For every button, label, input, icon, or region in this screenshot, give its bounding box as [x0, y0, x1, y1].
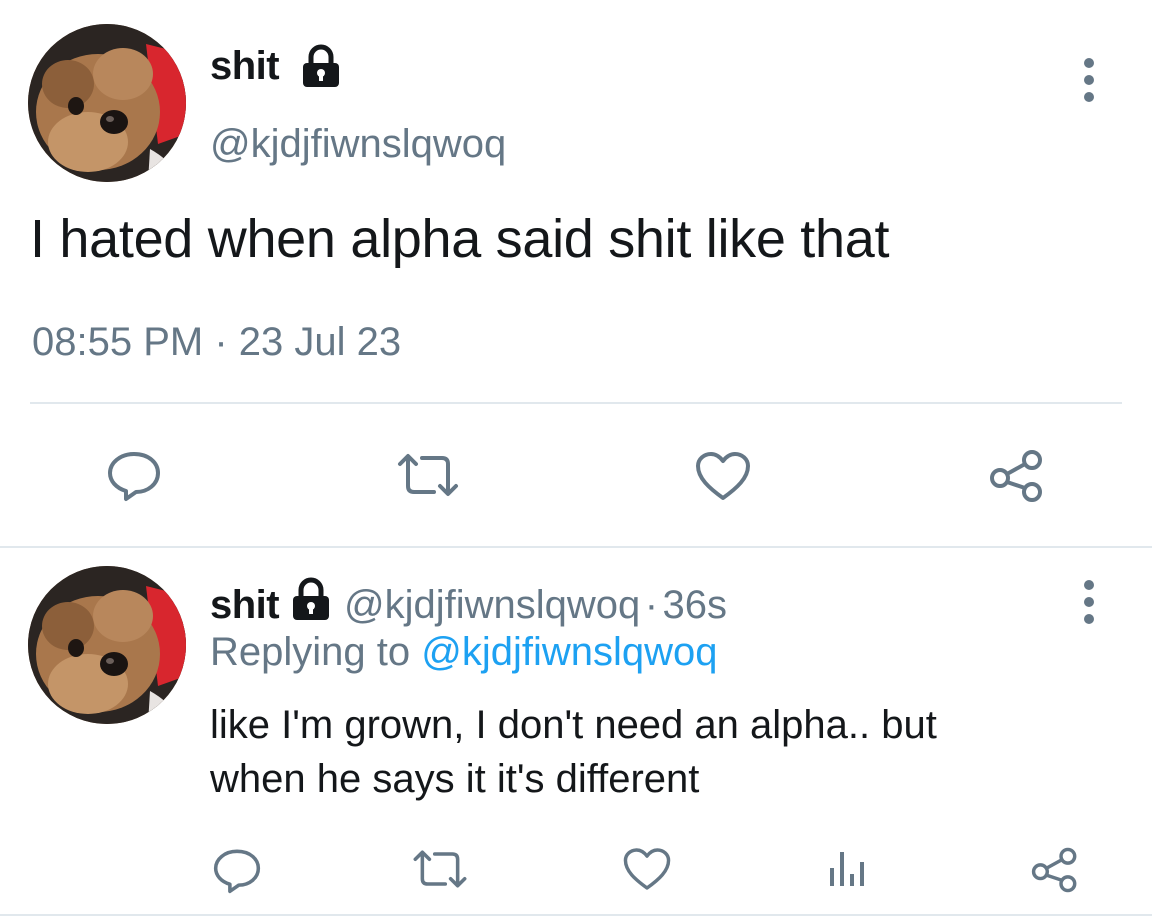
analytics-icon[interactable]: [826, 848, 868, 888]
reply-age: 36s: [662, 583, 728, 627]
tweet-text: I hated when alpha said shit like that: [30, 209, 890, 269]
timestamp-separator: ·: [214, 320, 228, 364]
reply-separator: ·: [644, 583, 659, 627]
retweet-icon[interactable]: [394, 452, 462, 498]
reply-text-line: like I'm grown, I don't need an alpha.. …: [210, 703, 937, 747]
tweet-timestamp[interactable]: 08:55 PM · 23 Jul 23: [32, 320, 401, 365]
replying-to-handle[interactable]: @kjdjfiwnslqwoq: [421, 630, 717, 674]
reply-author-handle[interactable]: @kjdjfiwnslqwoq: [344, 583, 640, 627]
author-name[interactable]: shit: [210, 44, 280, 89]
reply-avatar[interactable]: [28, 566, 186, 724]
more-vertical-icon[interactable]: [1082, 58, 1096, 109]
heart-icon[interactable]: [622, 846, 672, 892]
tweet-date: 23 Jul 23: [238, 320, 402, 364]
reply-icon[interactable]: [106, 448, 162, 502]
lock-icon: [298, 43, 344, 94]
reply-text-line: when he says it it's different: [210, 757, 700, 801]
replying-to: Replying to @kjdjfiwnslqwoq: [210, 630, 718, 675]
lock-icon: [288, 576, 334, 622]
reply-author-name[interactable]: shit: [210, 583, 280, 627]
retweet-icon[interactable]: [410, 848, 470, 890]
divider: [30, 402, 1122, 404]
share-icon[interactable]: [1030, 846, 1080, 894]
more-vertical-icon[interactable]: [1082, 580, 1096, 631]
heart-icon[interactable]: [694, 450, 752, 502]
divider: [0, 546, 1152, 548]
reply-icon[interactable]: [212, 846, 262, 894]
divider: [0, 914, 1152, 916]
reply-header: shit @kjdjfiwnslqwoq · 36s: [210, 576, 727, 628]
tweet-time: 08:55 PM: [32, 320, 204, 364]
share-icon[interactable]: [988, 448, 1046, 504]
author-handle[interactable]: @kjdjfiwnslqwoq: [210, 122, 506, 167]
avatar[interactable]: [28, 24, 186, 182]
replying-to-prefix: Replying to: [210, 630, 411, 674]
reply-text: like I'm grown, I don't need an alpha.. …: [210, 698, 937, 806]
